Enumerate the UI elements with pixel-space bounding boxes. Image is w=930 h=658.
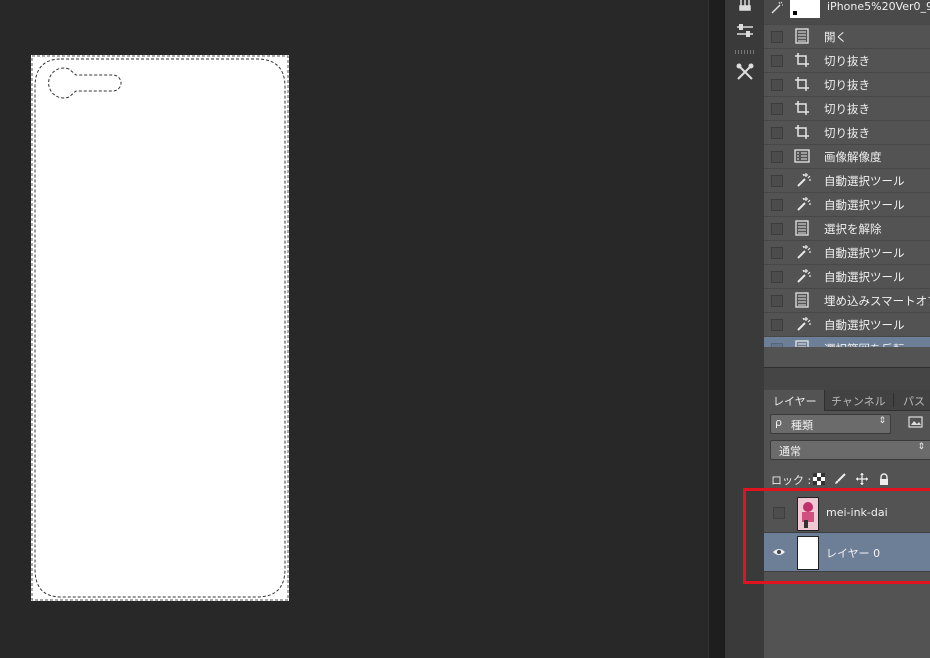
canvas-scroll-strip[interactable] (708, 0, 725, 658)
history-item[interactable]: 埋め込みスマートオブジ (764, 289, 930, 313)
brush-preset-icon[interactable] (733, 0, 757, 18)
phone-case-template (31, 55, 289, 601)
history-item-label: 開く (824, 30, 847, 44)
history-item[interactable]: 切り抜き (764, 73, 930, 97)
lock-position-move-icon[interactable] (856, 473, 868, 485)
search-icon: ρ (775, 416, 782, 429)
history-item[interactable]: 開く (764, 25, 930, 49)
magic-wand-icon (794, 196, 812, 213)
magic-wand-icon (794, 316, 812, 333)
blend-mode-value: 通常 (779, 445, 801, 458)
history-source-checkbox[interactable] (771, 79, 783, 91)
history-source-checkbox[interactable] (771, 55, 783, 67)
history-item-label: 切り抜き (824, 78, 870, 92)
magic-wand-icon (770, 1, 784, 18)
blend-mode-select[interactable]: 通常 ⇕ (770, 440, 930, 460)
tab-channels[interactable]: チャンネル (831, 393, 886, 409)
lock-label: ロック : (771, 474, 812, 487)
snapshot-thumbnail (790, 0, 820, 18)
history-source-checkbox[interactable] (771, 271, 783, 283)
history-item[interactable]: 自動選択ツール (764, 193, 930, 217)
lock-all-padlock-icon[interactable] (878, 473, 890, 485)
history-item[interactable]: 切り抜き (764, 121, 930, 145)
lock-transparency-icon[interactable] (813, 473, 825, 485)
history-item-label: 自動選択ツール (824, 174, 905, 188)
document-icon (794, 220, 812, 237)
history-source-checkbox[interactable] (771, 223, 783, 235)
history-item[interactable]: 切り抜き (764, 97, 930, 121)
history-snapshot[interactable]: iPhone5%20Ver0_9( (764, 0, 930, 25)
lock-row: ロック : (764, 470, 930, 488)
history-item-label: 切り抜き (824, 102, 870, 116)
panel-grip[interactable] (735, 50, 755, 54)
tab-layers[interactable]: レイヤー (773, 393, 817, 409)
crop-icon (794, 52, 812, 69)
history-source-checkbox[interactable] (771, 175, 783, 187)
history-source-checkbox[interactable] (771, 247, 783, 259)
history-item[interactable]: 自動選択ツール (764, 169, 930, 193)
history-item-label: 切り抜き (824, 126, 870, 140)
layers-panel-tabs: レイヤー チャンネル パス (764, 390, 930, 411)
document-icon (794, 28, 812, 45)
crop-icon (794, 124, 812, 141)
magic-wand-icon (794, 268, 812, 285)
filter-image-icon[interactable] (908, 415, 930, 431)
red-highlight-annotation (743, 488, 930, 584)
history-source-checkbox[interactable] (771, 31, 783, 43)
document-canvas[interactable] (0, 0, 708, 658)
updown-arrow-icon: ⇕ (917, 442, 925, 452)
tab-paths[interactable]: パス (903, 393, 925, 409)
layer-filter-select[interactable]: ρ 種類 ⇕ (770, 414, 891, 434)
history-source-checkbox[interactable] (771, 103, 783, 115)
selection-marching-ants (31, 55, 289, 601)
lock-pixels-brush-icon[interactable] (834, 473, 846, 485)
adjustments-icon[interactable] (733, 19, 757, 43)
crop-icon (794, 76, 812, 93)
magic-wand-icon (794, 172, 812, 189)
panel-separator[interactable] (764, 367, 930, 390)
history-empty-area (764, 347, 930, 367)
history-item[interactable]: 自動選択ツール (764, 265, 930, 289)
history-item-label: 自動選択ツール (824, 270, 905, 284)
history-item-label: 選択を解除 (824, 222, 882, 236)
history-item-label: 画像解像度 (824, 150, 882, 164)
filter-kind-value: 種類 (791, 419, 813, 432)
tools-icon[interactable] (733, 60, 757, 84)
image-size-icon (794, 148, 812, 165)
history-item[interactable]: 画像解像度 (764, 145, 930, 169)
snapshot-label: iPhone5%20Ver0_9( (827, 0, 930, 13)
updown-arrow-icon: ⇕ (878, 416, 886, 426)
magic-wand-icon (794, 244, 812, 261)
history-panel: iPhone5%20Ver0_9( 開く 切り抜き 切り抜き 切り抜き 切り抜き 画像解像… (764, 0, 930, 367)
history-item[interactable]: 自動選択ツール (764, 313, 930, 337)
history-item-label: 切り抜き (824, 54, 870, 68)
history-source-checkbox[interactable] (771, 319, 783, 331)
history-item[interactable]: 自動選択ツール (764, 241, 930, 265)
history-item[interactable]: 切り抜き (764, 49, 930, 73)
document-icon (794, 292, 812, 309)
history-source-checkbox[interactable] (771, 199, 783, 211)
tab-divider (893, 393, 894, 407)
history-source-checkbox[interactable] (771, 127, 783, 139)
history-item[interactable]: 選択を解除 (764, 217, 930, 241)
history-item-label: 自動選択ツール (824, 198, 905, 212)
history-list: 開く 切り抜き 切り抜き 切り抜き 切り抜き 画像解像度 自動選択ツール 自動選択ツール 選択を… (764, 25, 930, 361)
history-item-label: 自動選択ツール (824, 246, 905, 260)
crop-icon (794, 100, 812, 117)
history-item-label: 自動選択ツール (824, 318, 905, 332)
history-source-checkbox[interactable] (771, 295, 783, 307)
history-item-label: 埋め込みスマートオブジ (824, 294, 930, 308)
history-source-checkbox[interactable] (771, 151, 783, 163)
